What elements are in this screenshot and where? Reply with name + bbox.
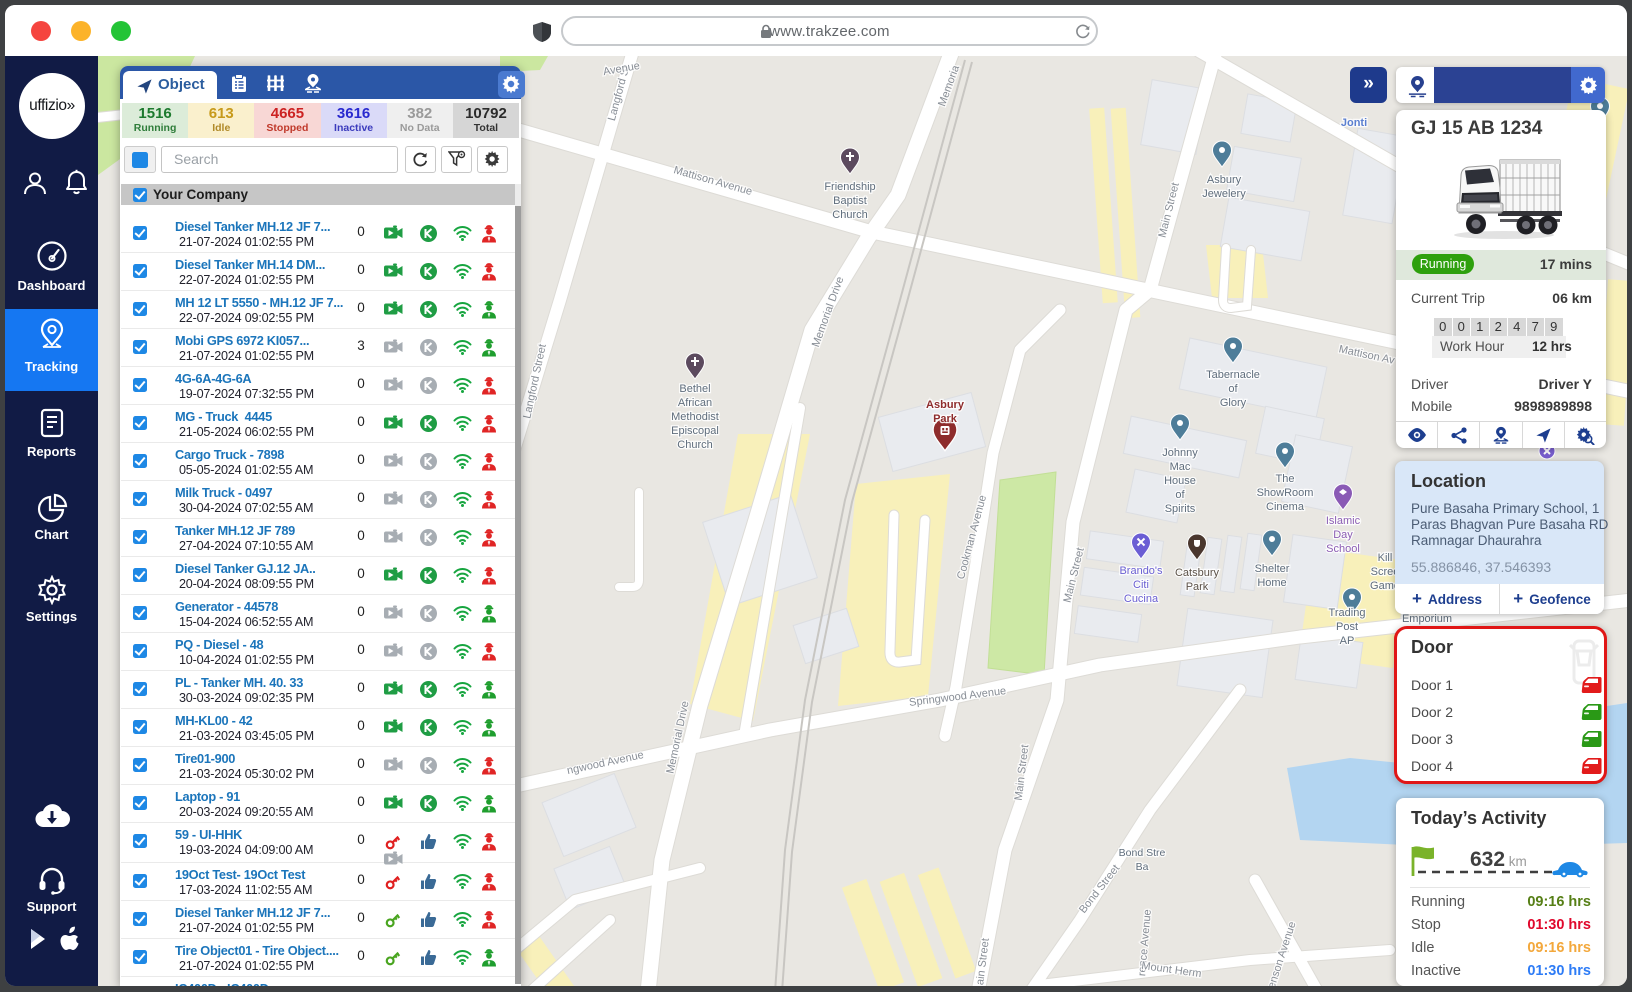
svg-text:Ba: Ba [1136,861,1149,873]
svg-text:Post: Post [1336,621,1358,633]
svg-text:ShowRoom: ShowRoom [1257,487,1314,499]
svg-text:Church: Church [677,439,712,451]
svg-text:Methodist: Methodist [671,411,719,423]
svg-text:AP: AP [1340,635,1355,647]
svg-text:The: The [1276,473,1295,485]
svg-text:Emporium: Emporium [1402,613,1452,625]
svg-text:Jewelery: Jewelery [1202,188,1246,200]
svg-text:Catsbury: Catsbury [1175,567,1220,579]
svg-text:Asbury: Asbury [1207,174,1242,186]
svg-text:School: School [1326,543,1360,555]
svg-text:Islamic: Islamic [1326,515,1361,527]
svg-text:Spirits: Spirits [1165,503,1196,515]
svg-text:Cucina: Cucina [1124,593,1159,605]
svg-text:Mac: Mac [1170,461,1191,473]
svg-text:Baptist: Baptist [833,195,867,207]
svg-text:Friendship: Friendship [824,181,875,193]
svg-text:Bond Stre: Bond Stre [1119,847,1166,859]
svg-text:of: of [1228,383,1238,395]
svg-text:Episcopal: Episcopal [671,425,719,437]
svg-text:Park: Park [933,413,958,425]
svg-text:Tabernacle: Tabernacle [1206,369,1260,381]
svg-text:Church: Church [832,209,867,221]
svg-text:Park: Park [1186,581,1209,593]
svg-text:Brando's: Brando's [1119,565,1163,577]
svg-text:Jonti: Jonti [1341,117,1367,129]
svg-text:Bethel: Bethel [679,383,710,395]
svg-text:Asbury: Asbury [926,399,965,411]
svg-text:Day: Day [1333,529,1353,541]
svg-text:African: African [678,397,712,409]
svg-text:Trading: Trading [1329,607,1366,619]
svg-text:Johnny: Johnny [1162,447,1198,459]
svg-text:Citi: Citi [1133,579,1149,591]
svg-text:Kill: Kill [1378,552,1393,564]
svg-text:of: of [1175,489,1185,501]
svg-text:Cinema: Cinema [1266,501,1305,513]
svg-text:Home: Home [1257,577,1286,589]
svg-text:Glory: Glory [1220,397,1247,409]
svg-text:Shelter: Shelter [1255,563,1290,575]
svg-text:House: House [1164,475,1196,487]
